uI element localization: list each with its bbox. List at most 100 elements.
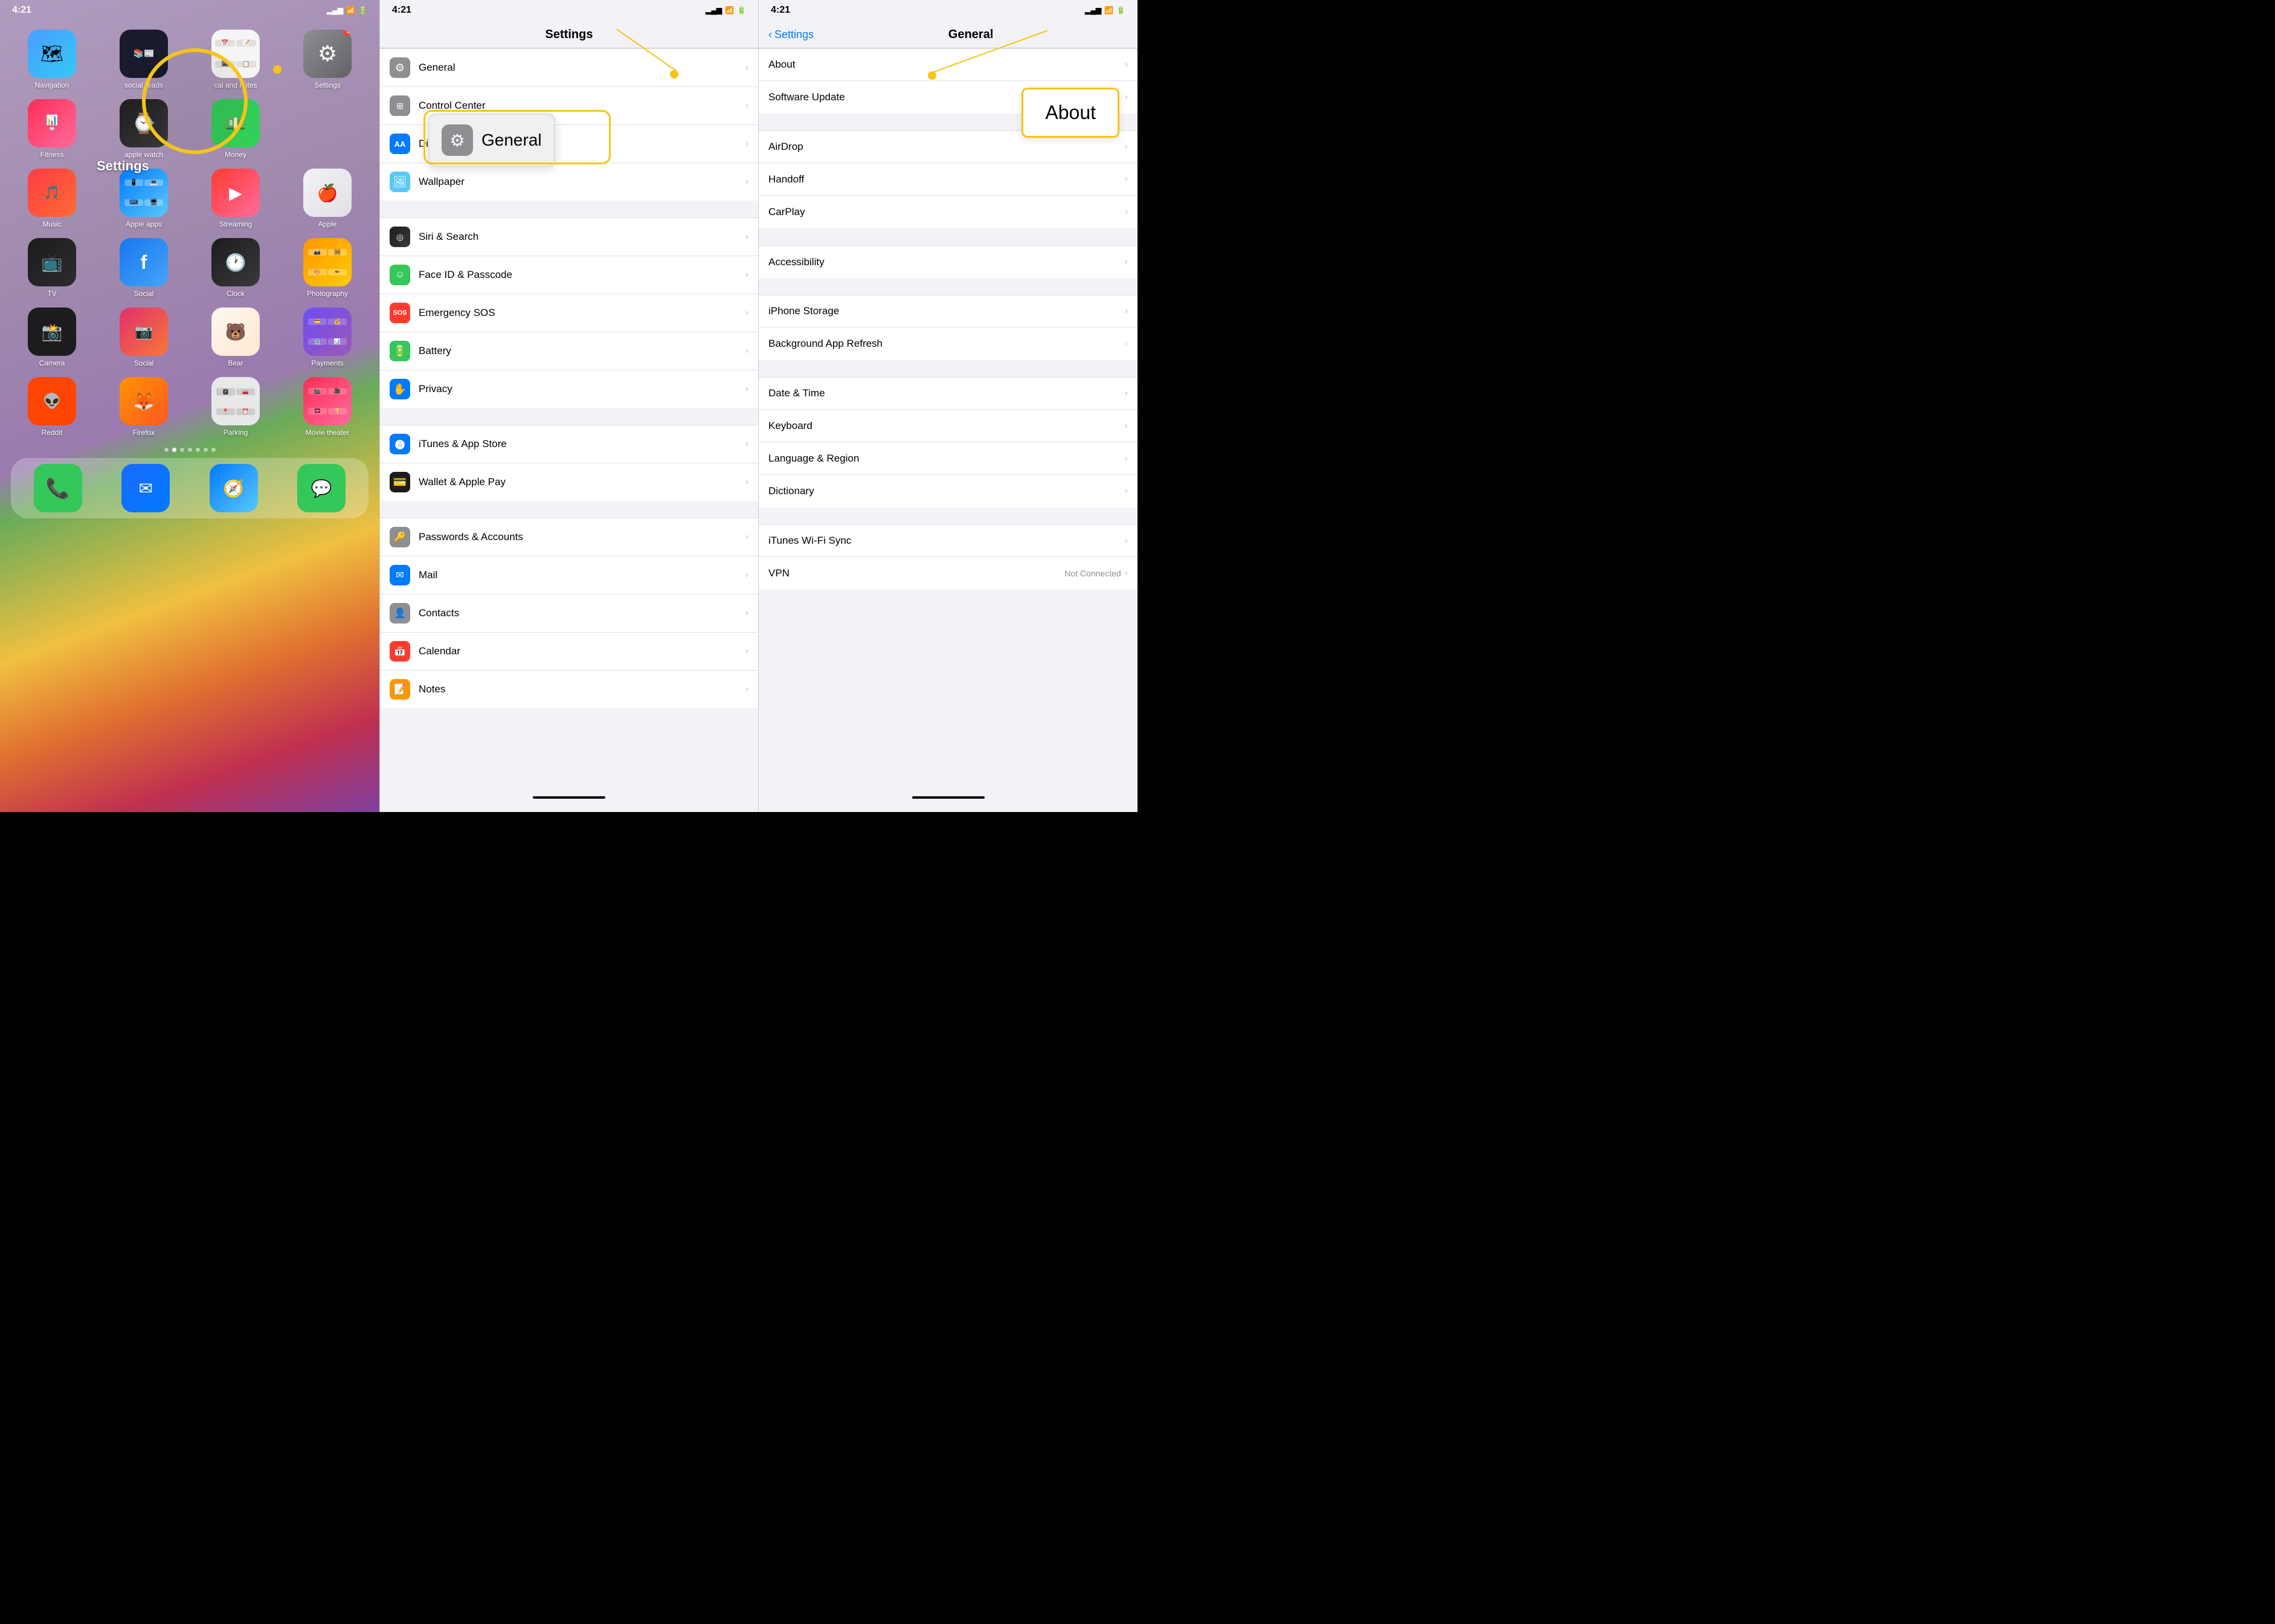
about-callout-text: About: [1045, 102, 1096, 123]
app-reddit[interactable]: 👽 Reddit: [11, 377, 93, 437]
general-row-date-time[interactable]: Date & Time ›: [759, 377, 1138, 410]
settings-row-notes[interactable]: 📝 Notes ›: [380, 671, 758, 708]
app-social-ig[interactable]: 📷 Social: [103, 308, 185, 367]
fitness-label: Fitness: [40, 150, 64, 159]
page-dot-7: [211, 448, 216, 452]
tv-label: TV: [47, 289, 56, 298]
app-navigation[interactable]: 🗺 Navigation: [11, 30, 93, 89]
dock-mail[interactable]: ✉: [105, 464, 187, 512]
app-movie-theater[interactable]: 🎬 🎥 🎞 🍿 Movie theater: [286, 377, 368, 437]
settings-row-sos[interactable]: SOS Emergency SOS ›: [380, 294, 758, 332]
settings-row-calendar[interactable]: 📅 Calendar ›: [380, 633, 758, 671]
parking-label: Parking: [224, 428, 248, 437]
general-group-2: AirDrop › Handoff › CarPlay ›: [759, 130, 1138, 228]
general-row-background-refresh[interactable]: Background App Refresh ›: [759, 327, 1138, 360]
battery-chevron: ›: [745, 346, 748, 356]
settings-row-general[interactable]: ⚙ General ›: [380, 48, 758, 87]
settings-row-faceid[interactable]: ☺ Face ID & Passcode ›: [380, 256, 758, 294]
sos-icon: SOS: [390, 303, 410, 323]
app-social-reads[interactable]: 📚📰 social reads: [103, 30, 185, 89]
wifi-icon-3: 📶: [1104, 6, 1113, 14]
general-row-about[interactable]: About ›: [759, 48, 1138, 81]
fitness-icon-wrap: 📊 ❤: [28, 99, 76, 147]
settings-row-battery[interactable]: 🔋 Battery ›: [380, 332, 758, 370]
settings-gap-1: [380, 201, 758, 218]
app-clock[interactable]: 🕐 Clock: [195, 238, 277, 298]
apple-apps-icon-wrap: 📱 💻 ⌨ 🖥: [120, 169, 168, 217]
general-row-itunes-wifi[interactable]: iTunes Wi-Fi Sync ›: [759, 524, 1138, 557]
app-payments[interactable]: 💳 💰 🏦 📊 Payments: [286, 308, 368, 367]
general-row-language[interactable]: Language & Region ›: [759, 442, 1138, 475]
app-parking[interactable]: 🅿 🚗 📍 ⏰ Parking: [195, 377, 277, 437]
general-row-dictionary[interactable]: Dictionary ›: [759, 475, 1138, 507]
settings-row-wallpaper[interactable]: 🖼 Wallpaper ›: [380, 163, 758, 201]
back-to-settings[interactable]: ‹ Settings: [768, 28, 814, 41]
app-grid: 🗺 Navigation 📚📰 social reads 📅 📝 🗓 📋 cal…: [0, 24, 379, 443]
social-ig-icon-wrap: 📷: [120, 308, 168, 356]
battery-row-icon: 🔋: [390, 341, 410, 361]
calendar-chevron: ›: [745, 646, 748, 657]
general-nav-title: General: [814, 28, 1128, 42]
settings-row-siri[interactable]: ◎ Siri & Search ›: [380, 218, 758, 256]
streaming-label: Streaming: [219, 220, 253, 228]
general-row-keyboard[interactable]: Keyboard ›: [759, 410, 1138, 442]
notes-label: Notes: [419, 683, 745, 695]
reddit-icon-wrap: 👽: [28, 377, 76, 425]
general-row-handoff[interactable]: Handoff ›: [759, 163, 1138, 196]
app-bear[interactable]: 🐻 Bear: [195, 308, 277, 367]
mail-row-icon: ✉: [390, 565, 410, 585]
app-settings[interactable]: ⚙ 5 Settings: [286, 30, 368, 89]
dock-phone[interactable]: 📞: [17, 464, 99, 512]
airdrop-label: AirDrop: [768, 141, 1125, 153]
vpn-label: VPN: [768, 567, 1064, 579]
general-row-carplay[interactable]: CarPlay ›: [759, 196, 1138, 228]
page-dot-6: [204, 448, 208, 452]
settings-row-contacts[interactable]: 👤 Contacts ›: [380, 594, 758, 633]
general-row-iphone-storage[interactable]: iPhone Storage ›: [759, 295, 1138, 327]
wifi-icon-2: 📶: [725, 6, 734, 14]
general-row-icon: ⚙: [390, 57, 410, 78]
settings-row-passwords[interactable]: 🔑 Passwords & Accounts ›: [380, 518, 758, 556]
movie-theater-icon-wrap: 🎬 🎥 🎞 🍿: [303, 377, 352, 425]
settings-row-wallet[interactable]: 💳 Wallet & Apple Pay ›: [380, 463, 758, 501]
app-apple[interactable]: 🍎 Apple: [286, 169, 368, 228]
status-bar-3: 4:21 ▂▄▆ 📶 🔋: [759, 0, 1138, 21]
settings-row-privacy[interactable]: ✋ Privacy ›: [380, 370, 758, 408]
phone2-settings: 4:21 ▂▄▆ 📶 🔋 Settings ⚙ General › ⊞ Cont…: [379, 0, 759, 812]
sos-chevron: ›: [745, 308, 748, 318]
photography-icon-wrap: 📷 🖼 🎨 ✏: [303, 238, 352, 286]
faceid-chevron: ›: [745, 269, 748, 280]
app-social-fb[interactable]: f Social: [103, 238, 185, 298]
app-money[interactable]: 💵 Money: [195, 99, 277, 159]
navigation-icon-wrap: 🗺: [28, 30, 76, 78]
software-update-chevron: ›: [1125, 92, 1128, 103]
faceid-label: Face ID & Passcode: [419, 269, 745, 281]
dock-messages[interactable]: 💬: [281, 464, 363, 512]
back-label: Settings: [774, 28, 814, 41]
dock-safari[interactable]: 🧭: [193, 464, 275, 512]
app-streaming[interactable]: ▶ Streaming: [195, 169, 277, 228]
app-apple-apps[interactable]: 📱 💻 ⌨ 🖥 Apple apps: [103, 169, 185, 228]
app-photography[interactable]: 📷 🖼 🎨 ✏ Photography: [286, 238, 368, 298]
privacy-label: Privacy: [419, 383, 745, 395]
general-row-vpn[interactable]: VPN Not Connected ›: [759, 557, 1138, 590]
app-fitness[interactable]: 📊 ❤ Fitness: [11, 99, 93, 159]
app-firefox[interactable]: 🦊 Firefox: [103, 377, 185, 437]
app-apple-watch[interactable]: ⌚ apple watch: [103, 99, 185, 159]
apple-watch-icon-wrap: ⌚: [120, 99, 168, 147]
app-camera[interactable]: 📸 Camera: [11, 308, 93, 367]
social-fb-label: Social: [134, 289, 154, 298]
general-row-accessibility[interactable]: Accessibility ›: [759, 245, 1138, 278]
status-bar-2: 4:21 ▂▄▆ 📶 🔋: [380, 0, 758, 21]
wallet-label: Wallet & Apple Pay: [419, 476, 745, 488]
battery-label: Battery: [419, 345, 745, 357]
settings-row-mail[interactable]: ✉ Mail ›: [380, 556, 758, 594]
carplay-label: CarPlay: [768, 206, 1125, 218]
app-music[interactable]: 🎵 Music: [11, 169, 93, 228]
mail-label: Mail: [419, 569, 745, 581]
settings-row-itunes[interactable]: 🅐 iTunes & App Store ›: [380, 425, 758, 463]
page-indicator: [0, 448, 379, 452]
app-tv[interactable]: 📺 TV: [11, 238, 93, 298]
apple-apps-label: Apple apps: [126, 220, 162, 228]
app-cal-notes[interactable]: 📅 📝 🗓 📋 cal and notes: [195, 30, 277, 89]
